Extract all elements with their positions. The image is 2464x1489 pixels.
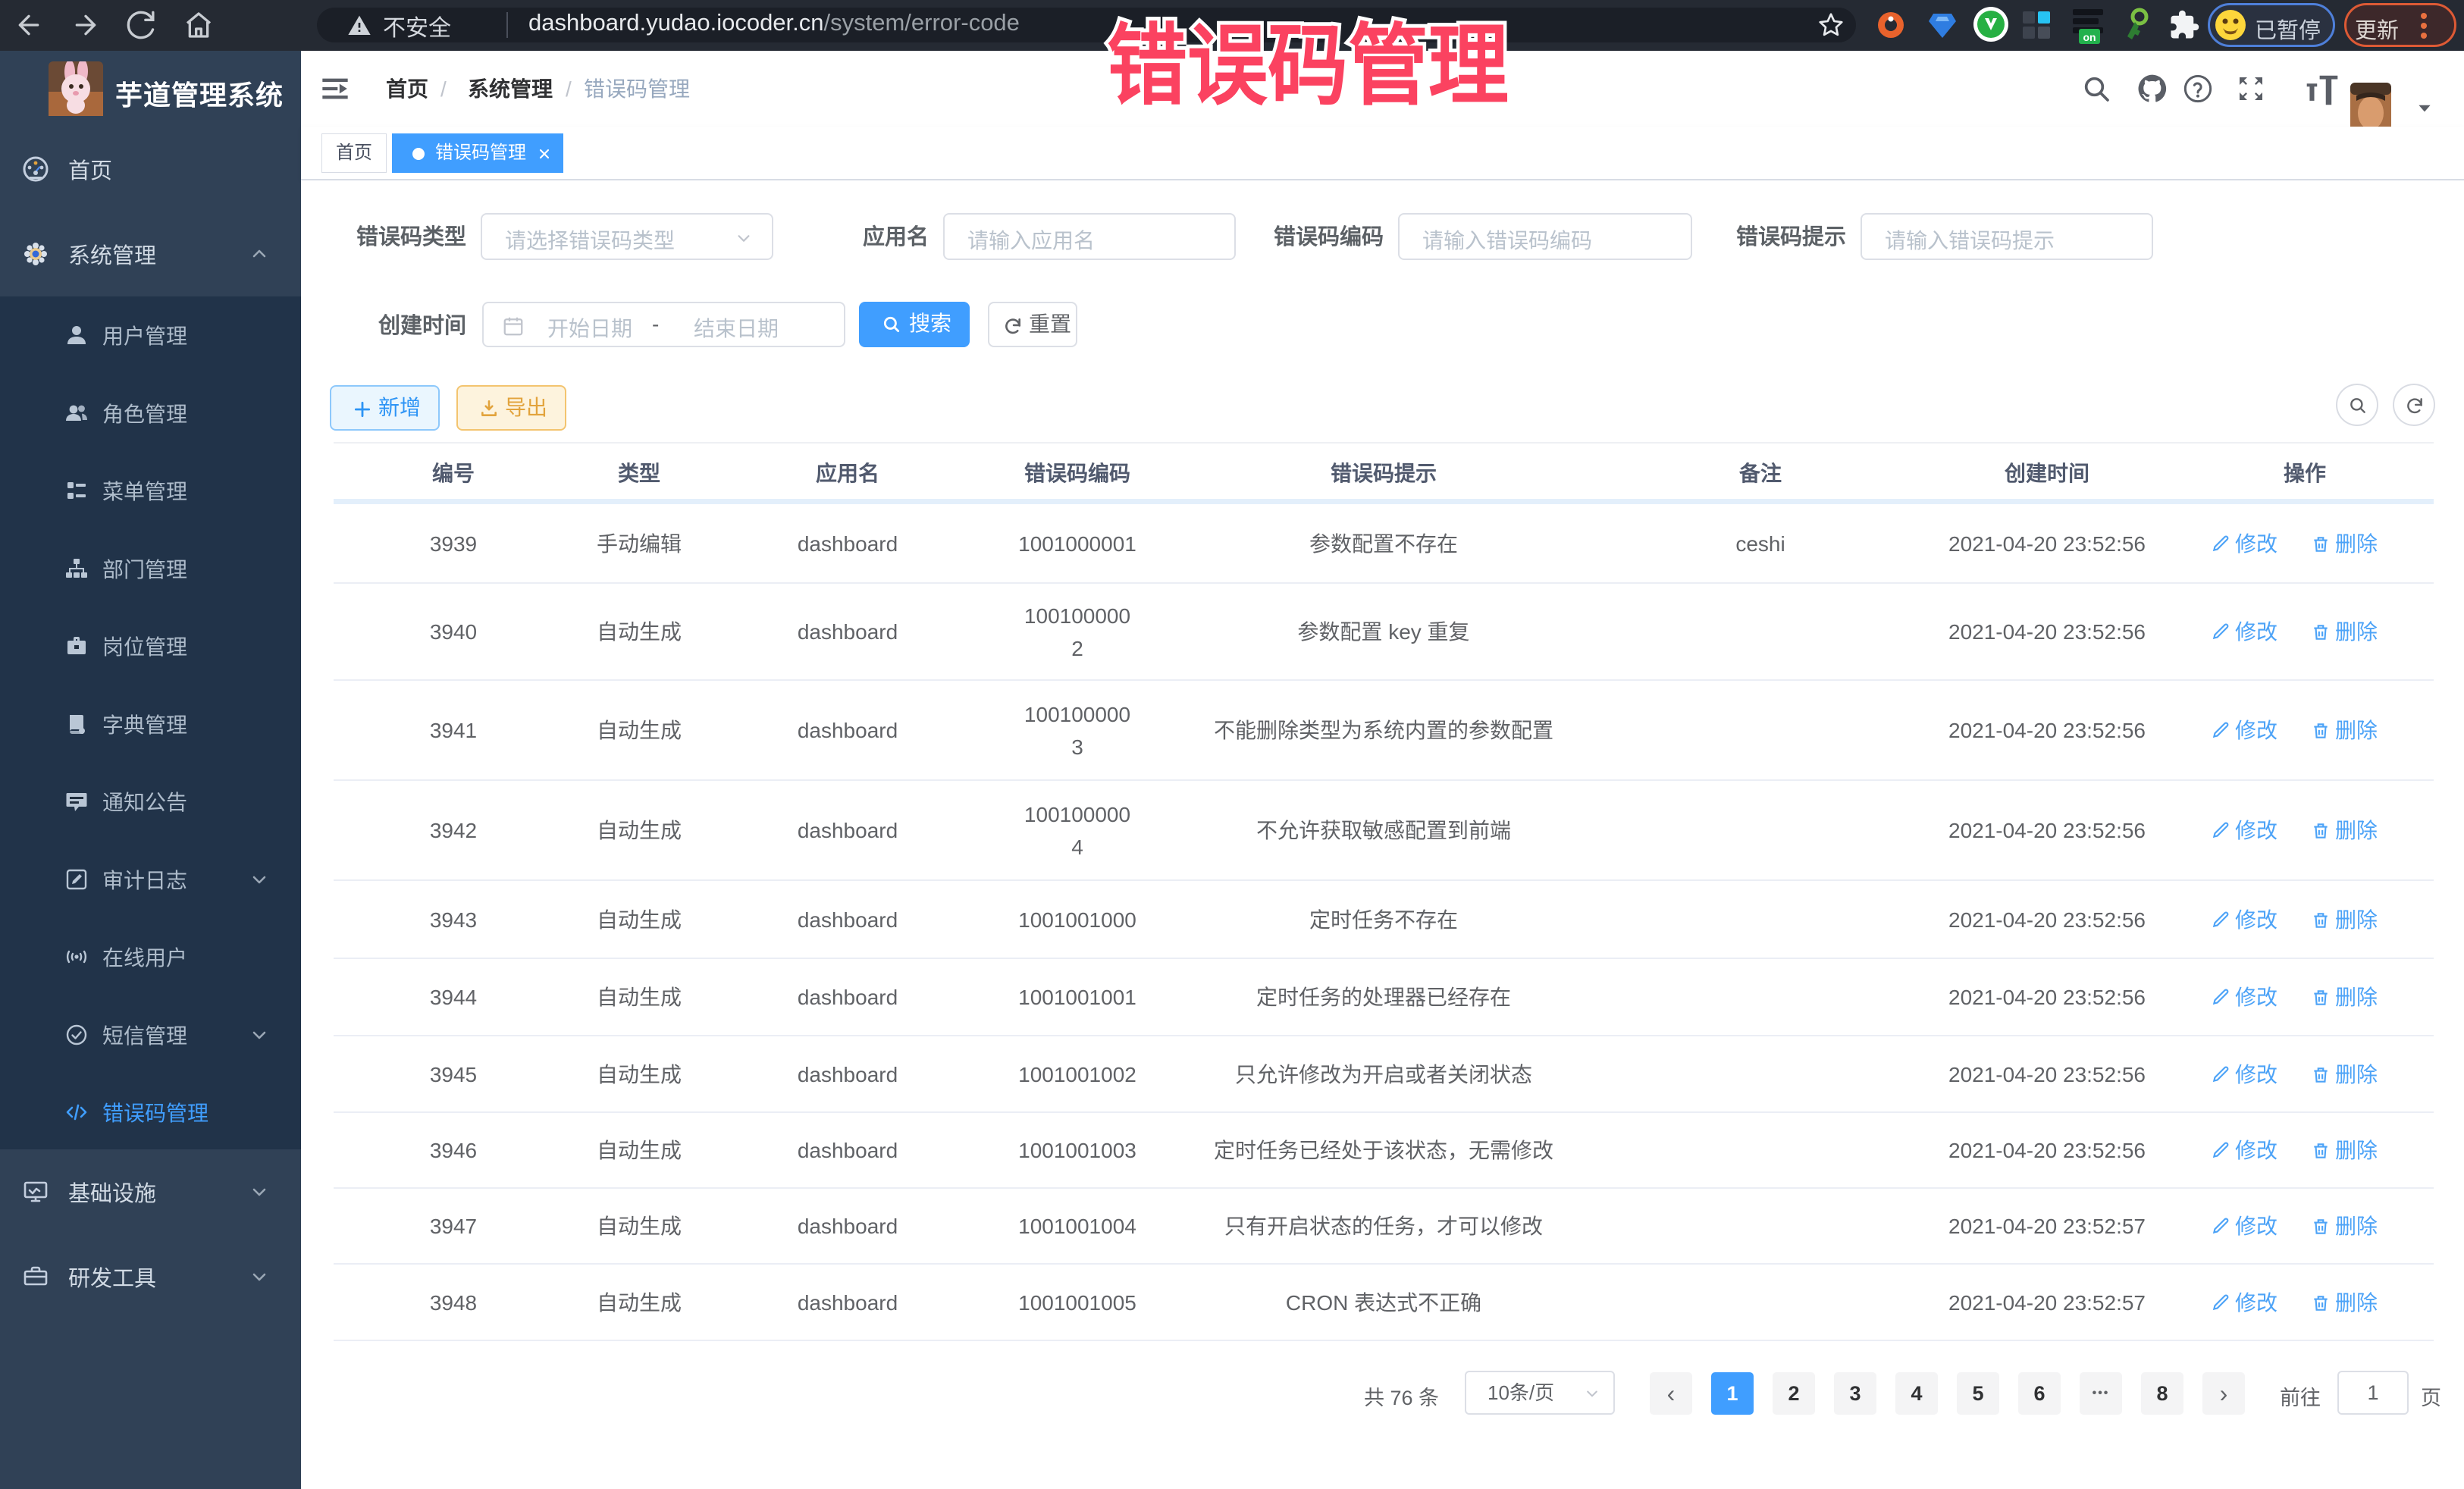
- svg-text:错误码管理: 错误码管理: [1107, 16, 1509, 115]
- svg-text:on: on: [2083, 31, 2096, 43]
